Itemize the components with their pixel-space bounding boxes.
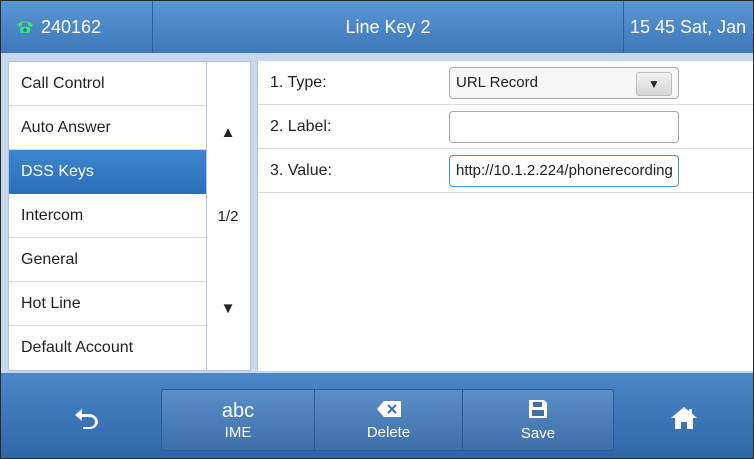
value-input[interactable]: http://10.1.2.224/phonerecording [449,155,679,187]
type-select[interactable]: URL Record ▼ [449,67,679,99]
main-content: Call Control Auto Answer DSS Keys Interc… [1,53,753,373]
date-time: 15 45 Sat, Jan 14 [623,1,753,53]
save-label: Save [520,424,556,442]
ime-button[interactable]: abc IME [161,389,314,451]
delete-label: Delete [366,423,411,441]
save-button[interactable]: Save [462,389,614,451]
scroll-up-icon[interactable]: ▲ [207,124,249,141]
menu-item-intercom[interactable]: Intercom [9,194,206,238]
field-label: 3. Value: [270,162,332,179]
settings-panel: 1. Type: URL Record ▼ 2. Label: 3. Value… [257,61,753,371]
menu-item-dss-keys[interactable]: DSS Keys [9,150,206,194]
menu-item-label: Auto Answer [21,118,111,136]
label-input[interactable] [449,111,679,143]
menu-item-label: General [21,250,78,268]
dropdown-arrow-icon[interactable]: ▼ [636,72,672,96]
ime-label: IME [224,423,252,441]
menu-item-label: Call Control [21,74,105,92]
backspace-icon [376,400,402,422]
home-icon [670,406,698,434]
back-icon [73,407,99,433]
menu-item-label: Default Account [21,339,134,356]
menu-item-default-account[interactable]: Default Account [9,326,206,370]
phone-icon [15,19,35,35]
menu-list: Call Control Auto Answer DSS Keys Interc… [8,61,207,371]
page-indicator: 1/2 [217,208,239,225]
page-scroller: ▲ 1/2 ▼ [207,61,251,371]
softkey-bar: abc IME Delete Save [1,373,753,458]
home-button[interactable] [621,389,746,451]
field-row-label: 2. Label: [258,105,753,149]
menu-item-general[interactable]: General [9,238,206,282]
phone-screen: 240162 Line Key 2 15 45 Sat, Jan 14 Call… [0,0,754,459]
field-row-value: 3. Value: http://10.1.2.224/phonerecordi… [258,149,753,193]
save-icon [528,399,548,423]
title-bar: 240162 Line Key 2 15 45 Sat, Jan 14 [1,1,753,53]
ime-glyph: abc [221,399,255,422]
field-label: 1. Type: [270,74,327,91]
account-indicator[interactable]: 240162 [1,1,153,53]
field-label: 2. Label: [270,118,332,135]
menu-item-auto-answer[interactable]: Auto Answer [9,106,206,150]
menu-item-label: DSS Keys [21,162,94,180]
type-select-value: URL Record [456,74,538,91]
menu-item-label: Hot Line [21,294,81,312]
field-row-type: 1. Type: URL Record ▼ [258,61,753,105]
page-title: Line Key 2 [345,16,431,37]
delete-button[interactable]: Delete [314,389,462,451]
account-number: 240162 [41,16,102,37]
back-button[interactable] [21,389,151,451]
menu-item-label: Intercom [21,206,84,224]
menu-item-call-control[interactable]: Call Control [9,62,206,106]
menu-item-hot-line[interactable]: Hot Line [9,282,206,326]
scroll-down-icon[interactable]: ▼ [207,300,249,317]
